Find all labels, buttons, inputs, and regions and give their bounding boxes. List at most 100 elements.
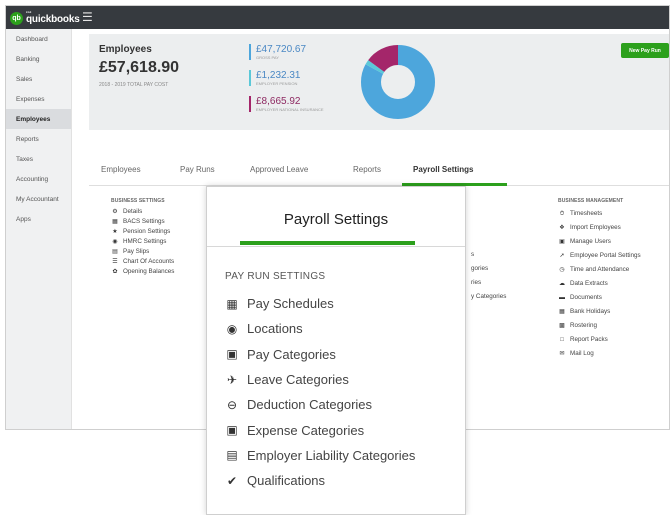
globe-icon: ◉ bbox=[112, 239, 118, 245]
stat-employer-pension: £1,232.31 EMPLOYER PENSION bbox=[249, 70, 301, 86]
link-pay-categories[interactable]: ▣ Pay Categories bbox=[225, 342, 415, 367]
link-details[interactable]: ⚙ Details bbox=[111, 207, 174, 217]
link-pension-settings[interactable]: ★ Pension Settings bbox=[111, 227, 174, 237]
business-settings-column: BUSINESS SETTINGS ⚙ Details ▦ BACS Setting… bbox=[111, 198, 174, 277]
tab-payroll-settings[interactable]: Payroll Settings bbox=[413, 165, 473, 174]
stat-employer-ni-value: £8,665.92 bbox=[256, 96, 301, 107]
plane-icon: ✈ bbox=[226, 372, 238, 387]
quickbooks-logo-icon: qb bbox=[10, 11, 23, 25]
link-pay-slips[interactable]: ▤ Pay Slips bbox=[111, 247, 174, 257]
link-locations[interactable]: ◉ Locations bbox=[225, 316, 415, 341]
sidebar-item-banking[interactable]: Banking bbox=[6, 49, 71, 69]
sidebar-item-reports[interactable]: Reports bbox=[6, 129, 71, 149]
star-icon: ★ bbox=[112, 229, 118, 235]
stat-gross-pay-value: £47,720.67 bbox=[256, 44, 307, 55]
link-employee-portal-settings[interactable]: ➚ Employee Portal Settings bbox=[558, 249, 640, 263]
stat-gross-pay-label: GROSS PAY bbox=[256, 55, 279, 60]
document-icon: ▤ bbox=[112, 249, 118, 255]
link-expense-categories[interactable]: ▣ Expense Categories bbox=[225, 417, 415, 442]
sidebar-item-sales[interactable]: Sales bbox=[6, 69, 71, 89]
total-pay-cost-amount: £57,618.90 bbox=[99, 59, 180, 76]
archive-icon: ▣ bbox=[226, 423, 238, 438]
sidebar: Dashboard Banking Sales Expenses Employe… bbox=[6, 29, 72, 429]
factory-icon: ▤ bbox=[226, 448, 238, 463]
tab-employees[interactable]: Employees bbox=[101, 165, 141, 174]
sidebar-item-expenses[interactable]: Expenses bbox=[6, 89, 71, 109]
clock-icon: ⏱ bbox=[559, 211, 565, 217]
page-title: Employees bbox=[99, 44, 152, 55]
pay-run-settings-list: ▦ Pay Schedules ◉ Locations ▣ Pay Categorie… bbox=[225, 291, 415, 493]
sidebar-item-taxes[interactable]: Taxes bbox=[6, 149, 71, 169]
obscured-link-fragment[interactable]: s bbox=[471, 251, 474, 258]
link-data-extracts[interactable]: ☁ Data Extracts bbox=[558, 277, 641, 291]
business-management-heading: BUSINESS MANAGEMENT bbox=[558, 198, 624, 204]
stat-employer-ni-label: EMPLOYER NATIONAL INSURANCE bbox=[256, 107, 324, 112]
business-management-column: BUSINESS MANAGEMENT ⏱ Timesheets ❖ Import … bbox=[558, 198, 641, 361]
obscured-link-fragment[interactable]: gories bbox=[471, 265, 488, 272]
wrench-icon: ➚ bbox=[559, 253, 565, 259]
obscured-link-fragment[interactable]: ries bbox=[471, 279, 481, 286]
leaf-icon: ✿ bbox=[112, 269, 118, 275]
calendar-icon: ▦ bbox=[226, 296, 238, 311]
users-icon: ❖ bbox=[559, 225, 565, 231]
logo-text: quickbooks bbox=[26, 14, 80, 25]
link-deduction-categories[interactable]: ⊖ Deduction Categories bbox=[225, 392, 415, 417]
folder-icon: ▬ bbox=[559, 295, 565, 301]
top-bar: qb intuit quickbooks ☰ bbox=[6, 6, 669, 29]
link-import-employees[interactable]: ❖ Import Employees bbox=[558, 221, 641, 235]
link-chart-of-accounts[interactable]: ☰ Chart Of Accounts bbox=[111, 257, 174, 267]
stat-employer-pension-value: £1,232.31 bbox=[256, 70, 301, 81]
link-bank-holidays[interactable]: ▦ Bank Holidays bbox=[558, 305, 641, 319]
sidebar-item-employees[interactable]: Employees bbox=[6, 109, 71, 129]
list-icon: ☰ bbox=[112, 259, 118, 265]
quickbooks-logo[interactable]: qb intuit quickbooks bbox=[10, 11, 80, 25]
link-time-and-attendance[interactable]: ◷ Time and Attendance bbox=[558, 263, 641, 277]
calendar-icon: ▦ bbox=[559, 309, 565, 315]
pay-cost-donut-chart bbox=[361, 45, 435, 119]
link-bacs-settings[interactable]: ▦ BACS Settings bbox=[111, 217, 174, 227]
folder-open-icon: □ bbox=[560, 337, 564, 343]
link-report-packs[interactable]: □ Report Packs bbox=[558, 333, 641, 347]
money-icon: ▣ bbox=[226, 347, 238, 362]
obscured-link-fragment[interactable]: y Categories bbox=[471, 293, 506, 300]
stopwatch-icon: ◷ bbox=[559, 267, 565, 273]
stat-employer-pension-label: EMPLOYER PENSION bbox=[256, 81, 298, 86]
tab-bar: Employees Pay Runs Approved Leave Report… bbox=[89, 152, 669, 186]
stat-employer-ni: £8,665.92 EMPLOYER NATIONAL INSURANCE bbox=[249, 96, 324, 112]
sidebar-item-accounting[interactable]: Accounting bbox=[6, 169, 71, 189]
link-timesheets[interactable]: ⏱ Timesheets bbox=[558, 207, 641, 221]
link-documents[interactable]: ▬ Documents bbox=[558, 291, 641, 305]
sidebar-item-my-accountant[interactable]: My Accountant bbox=[6, 189, 71, 209]
business-settings-heading: BUSINESS SETTINGS bbox=[111, 198, 165, 204]
lock-icon: ▣ bbox=[559, 239, 565, 245]
calendar-check-icon: ▩ bbox=[559, 323, 565, 329]
link-leave-categories[interactable]: ✈ Leave Categories bbox=[225, 367, 415, 392]
new-pay-run-button[interactable]: New Pay Run bbox=[621, 43, 669, 58]
link-employer-liability-categories[interactable]: ▤ Employer Liability Categories bbox=[225, 443, 415, 468]
hamburger-menu-icon[interactable]: ☰ bbox=[82, 10, 93, 24]
sidebar-item-dashboard[interactable]: Dashboard bbox=[6, 29, 71, 49]
tab-pay-runs[interactable]: Pay Runs bbox=[180, 165, 215, 174]
popup-title-underline bbox=[240, 241, 415, 245]
tab-reports[interactable]: Reports bbox=[353, 165, 381, 174]
stat-gross-pay: £47,720.67 GROSS PAY bbox=[249, 44, 306, 60]
tab-approved-leave[interactable]: Approved Leave bbox=[250, 165, 308, 174]
globe-icon: ◉ bbox=[226, 321, 238, 336]
popup-divider bbox=[207, 246, 465, 247]
link-rostering[interactable]: ▩ Rostering bbox=[558, 319, 641, 333]
popup-title: Payroll Settings bbox=[283, 211, 389, 228]
mail-icon: ✉ bbox=[559, 351, 565, 357]
bank-icon: ▦ bbox=[112, 219, 118, 225]
link-hmrc-settings[interactable]: ◉ HMRC Settings bbox=[111, 237, 174, 247]
link-pay-schedules[interactable]: ▦ Pay Schedules bbox=[225, 291, 415, 316]
total-pay-cost-label: 2018 - 2019 TOTAL PAY COST bbox=[99, 82, 169, 88]
payroll-settings-popup: Payroll Settings PAY RUN SETTINGS ▦ Pay S… bbox=[206, 186, 466, 515]
link-mail-log[interactable]: ✉ Mail Log bbox=[558, 347, 641, 361]
sidebar-item-apps[interactable]: Apps bbox=[6, 209, 71, 229]
cloud-icon: ☁ bbox=[559, 281, 565, 287]
pay-run-settings-heading: PAY RUN SETTINGS bbox=[225, 271, 326, 282]
link-manage-users[interactable]: ▣ Manage Users bbox=[558, 235, 641, 249]
link-qualifications[interactable]: ✔ Qualifications bbox=[225, 468, 415, 493]
link-opening-balances[interactable]: ✿ Opening Balances bbox=[111, 267, 174, 277]
minus-circle-icon: ⊖ bbox=[226, 397, 238, 412]
